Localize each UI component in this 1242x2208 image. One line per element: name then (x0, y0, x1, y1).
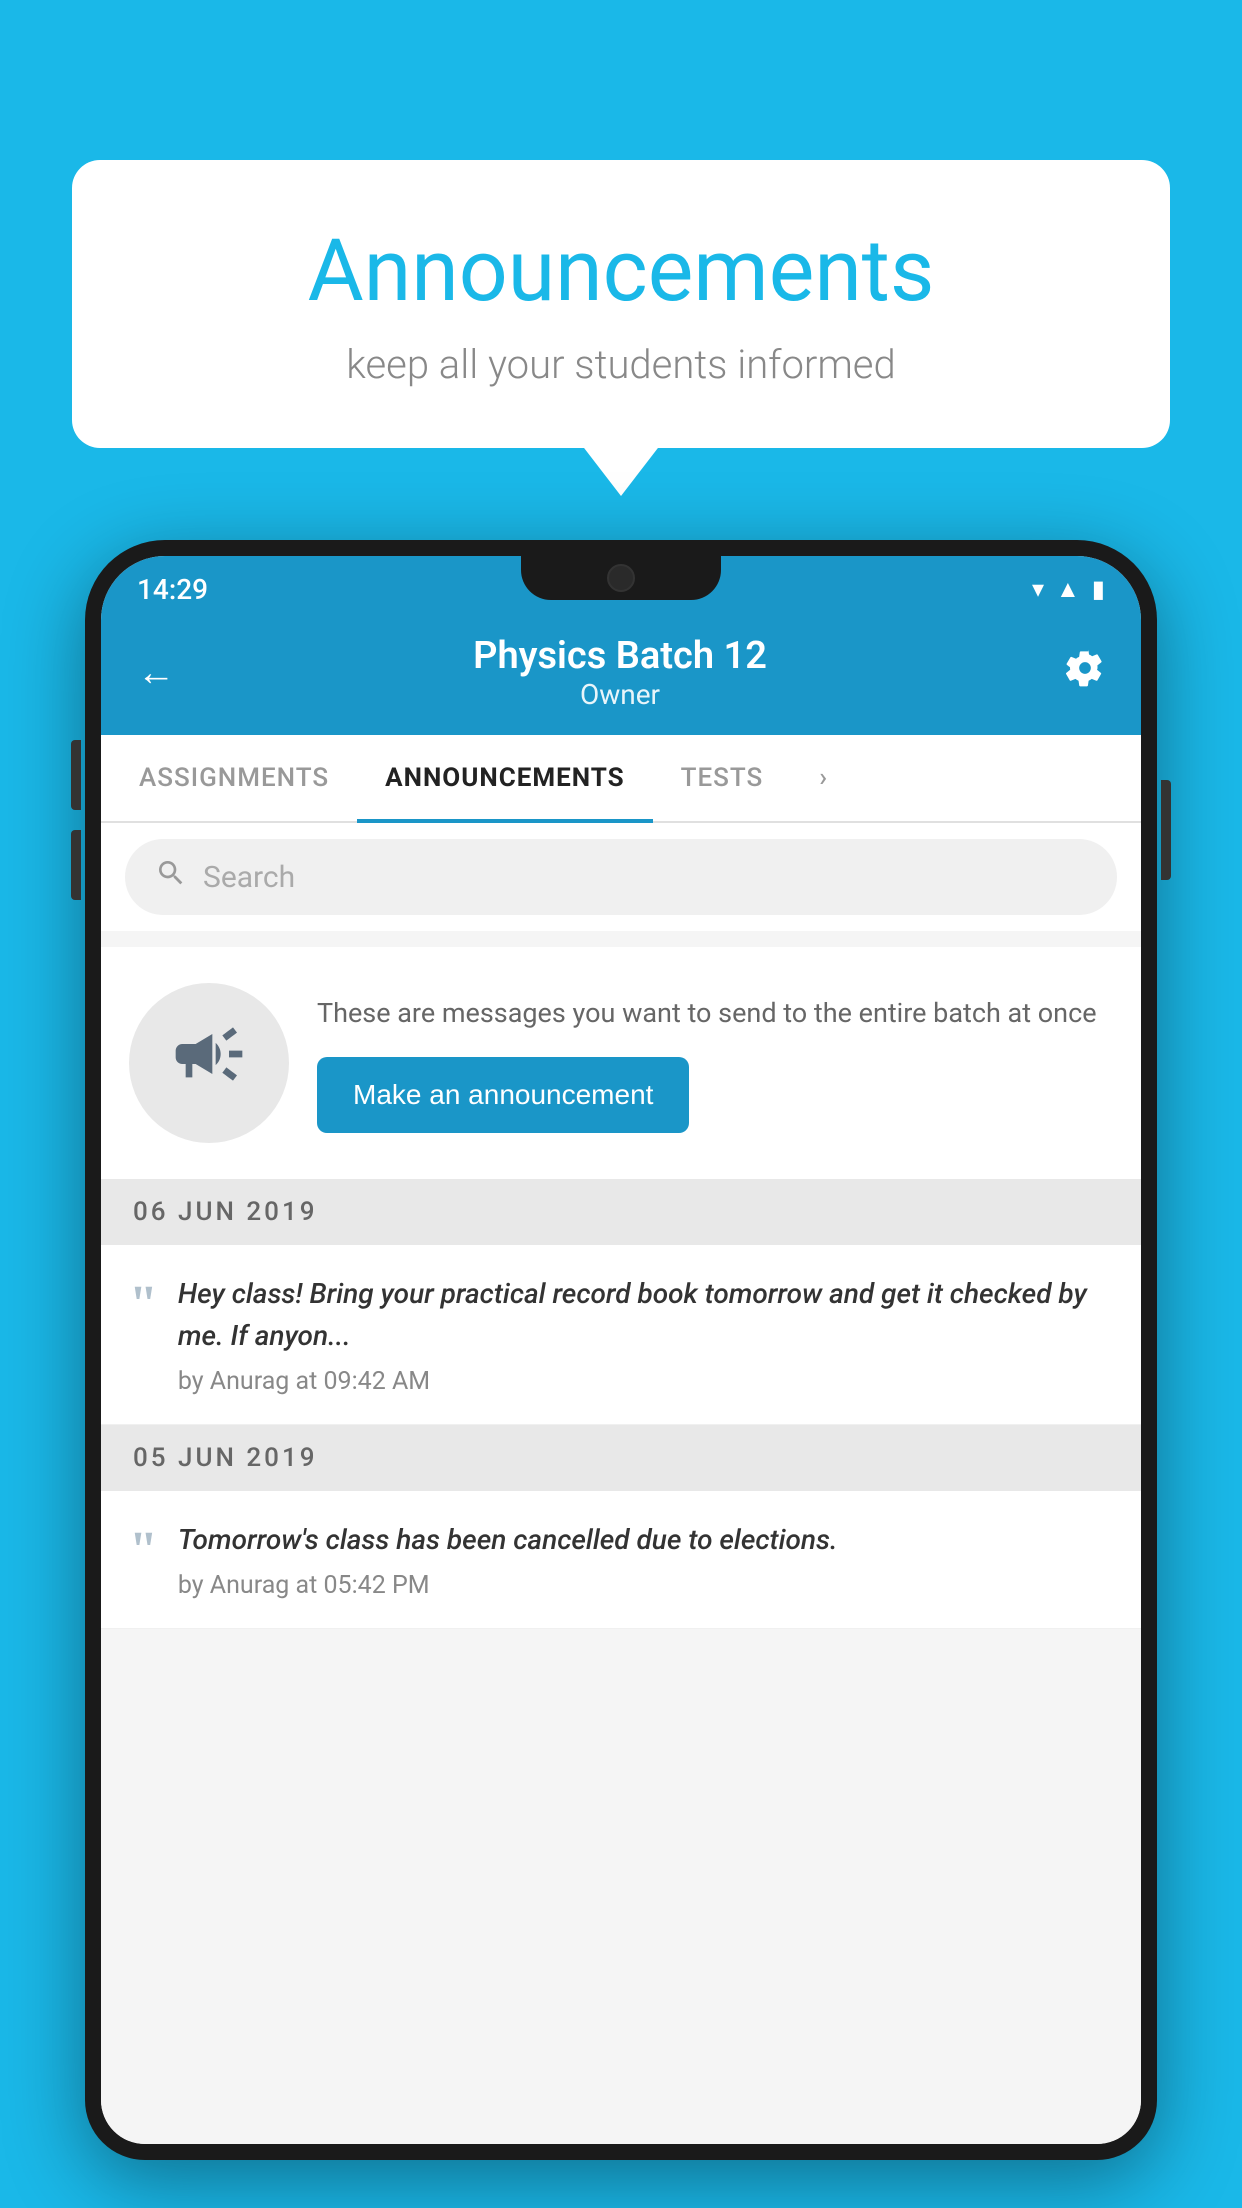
date-divider-1: 06 JUN 2019 (101, 1179, 1141, 1245)
announcement-entry-2[interactable]: " Tomorrow's class has been cancelled du… (101, 1491, 1141, 1629)
tab-announcements[interactable]: ANNOUNCEMENTS (357, 735, 652, 821)
tab-tests[interactable]: TESTS (653, 735, 792, 821)
make-announcement-button[interactable]: Make an announcement (317, 1057, 689, 1133)
app-header: ← Physics Batch 12 Owner (101, 614, 1141, 735)
phone-body: 14:29 ▾ ▲ ▮ ← Physics Batch 12 Owner (85, 540, 1157, 2160)
power-button (1161, 780, 1171, 880)
header-center: Physics Batch 12 Owner (473, 634, 767, 711)
megaphone-icon (169, 1014, 249, 1112)
header-subtitle: Owner (473, 678, 767, 711)
screen-content: Search These are messages you want to se… (101, 823, 1141, 2144)
signal-icon: ▲ (1056, 575, 1080, 604)
phone-wrapper: 14:29 ▾ ▲ ▮ ← Physics Batch 12 Owner (85, 540, 1157, 2208)
status-icons: ▾ ▲ ▮ (1032, 575, 1105, 604)
search-bar-wrap: Search (101, 823, 1141, 931)
settings-icon[interactable] (1065, 648, 1105, 697)
front-camera (607, 564, 635, 592)
bubble-subtitle: keep all your students informed (152, 341, 1090, 388)
back-button[interactable]: ← (137, 651, 175, 695)
speech-bubble: Announcements keep all your students inf… (72, 160, 1170, 448)
volume-down-button (71, 830, 81, 900)
phone-screen: 14:29 ▾ ▲ ▮ ← Physics Batch 12 Owner (101, 556, 1141, 2144)
tab-more[interactable]: › (791, 735, 856, 821)
phone-notch (521, 556, 721, 600)
battery-icon: ▮ (1092, 575, 1105, 603)
entry-text-2: Tomorrow's class has been cancelled due … (178, 1519, 1113, 1561)
tab-assignments[interactable]: ASSIGNMENTS (111, 735, 357, 821)
entry-content-1: Hey class! Bring your practical record b… (178, 1273, 1113, 1396)
announcement-entry-1[interactable]: " Hey class! Bring your practical record… (101, 1245, 1141, 1425)
entry-author-2: by Anurag at 05:42 PM (178, 1571, 1113, 1600)
header-title: Physics Batch 12 (473, 634, 767, 678)
entry-text-1: Hey class! Bring your practical record b… (178, 1273, 1113, 1357)
search-placeholder: Search (203, 860, 295, 895)
volume-up-button (71, 740, 81, 810)
status-time: 14:29 (137, 573, 208, 606)
announcement-description: These are messages you want to send to t… (317, 993, 1113, 1034)
speech-bubble-section: Announcements keep all your students inf… (72, 160, 1170, 448)
entry-content-2: Tomorrow's class has been cancelled due … (178, 1519, 1113, 1600)
entry-author-1: by Anurag at 09:42 AM (178, 1367, 1113, 1396)
quote-icon-2: " (129, 1525, 158, 1600)
search-bar[interactable]: Search (125, 839, 1117, 915)
tabs-bar: ASSIGNMENTS ANNOUNCEMENTS TESTS › (101, 735, 1141, 823)
date-divider-2: 05 JUN 2019 (101, 1425, 1141, 1491)
announcement-empty-card: These are messages you want to send to t… (101, 947, 1141, 1179)
wifi-icon: ▾ (1032, 575, 1044, 603)
announcement-right: These are messages you want to send to t… (317, 993, 1113, 1134)
search-icon (155, 857, 187, 897)
bubble-title: Announcements (152, 220, 1090, 321)
quote-icon-1: " (129, 1279, 158, 1396)
megaphone-circle (129, 983, 289, 1143)
